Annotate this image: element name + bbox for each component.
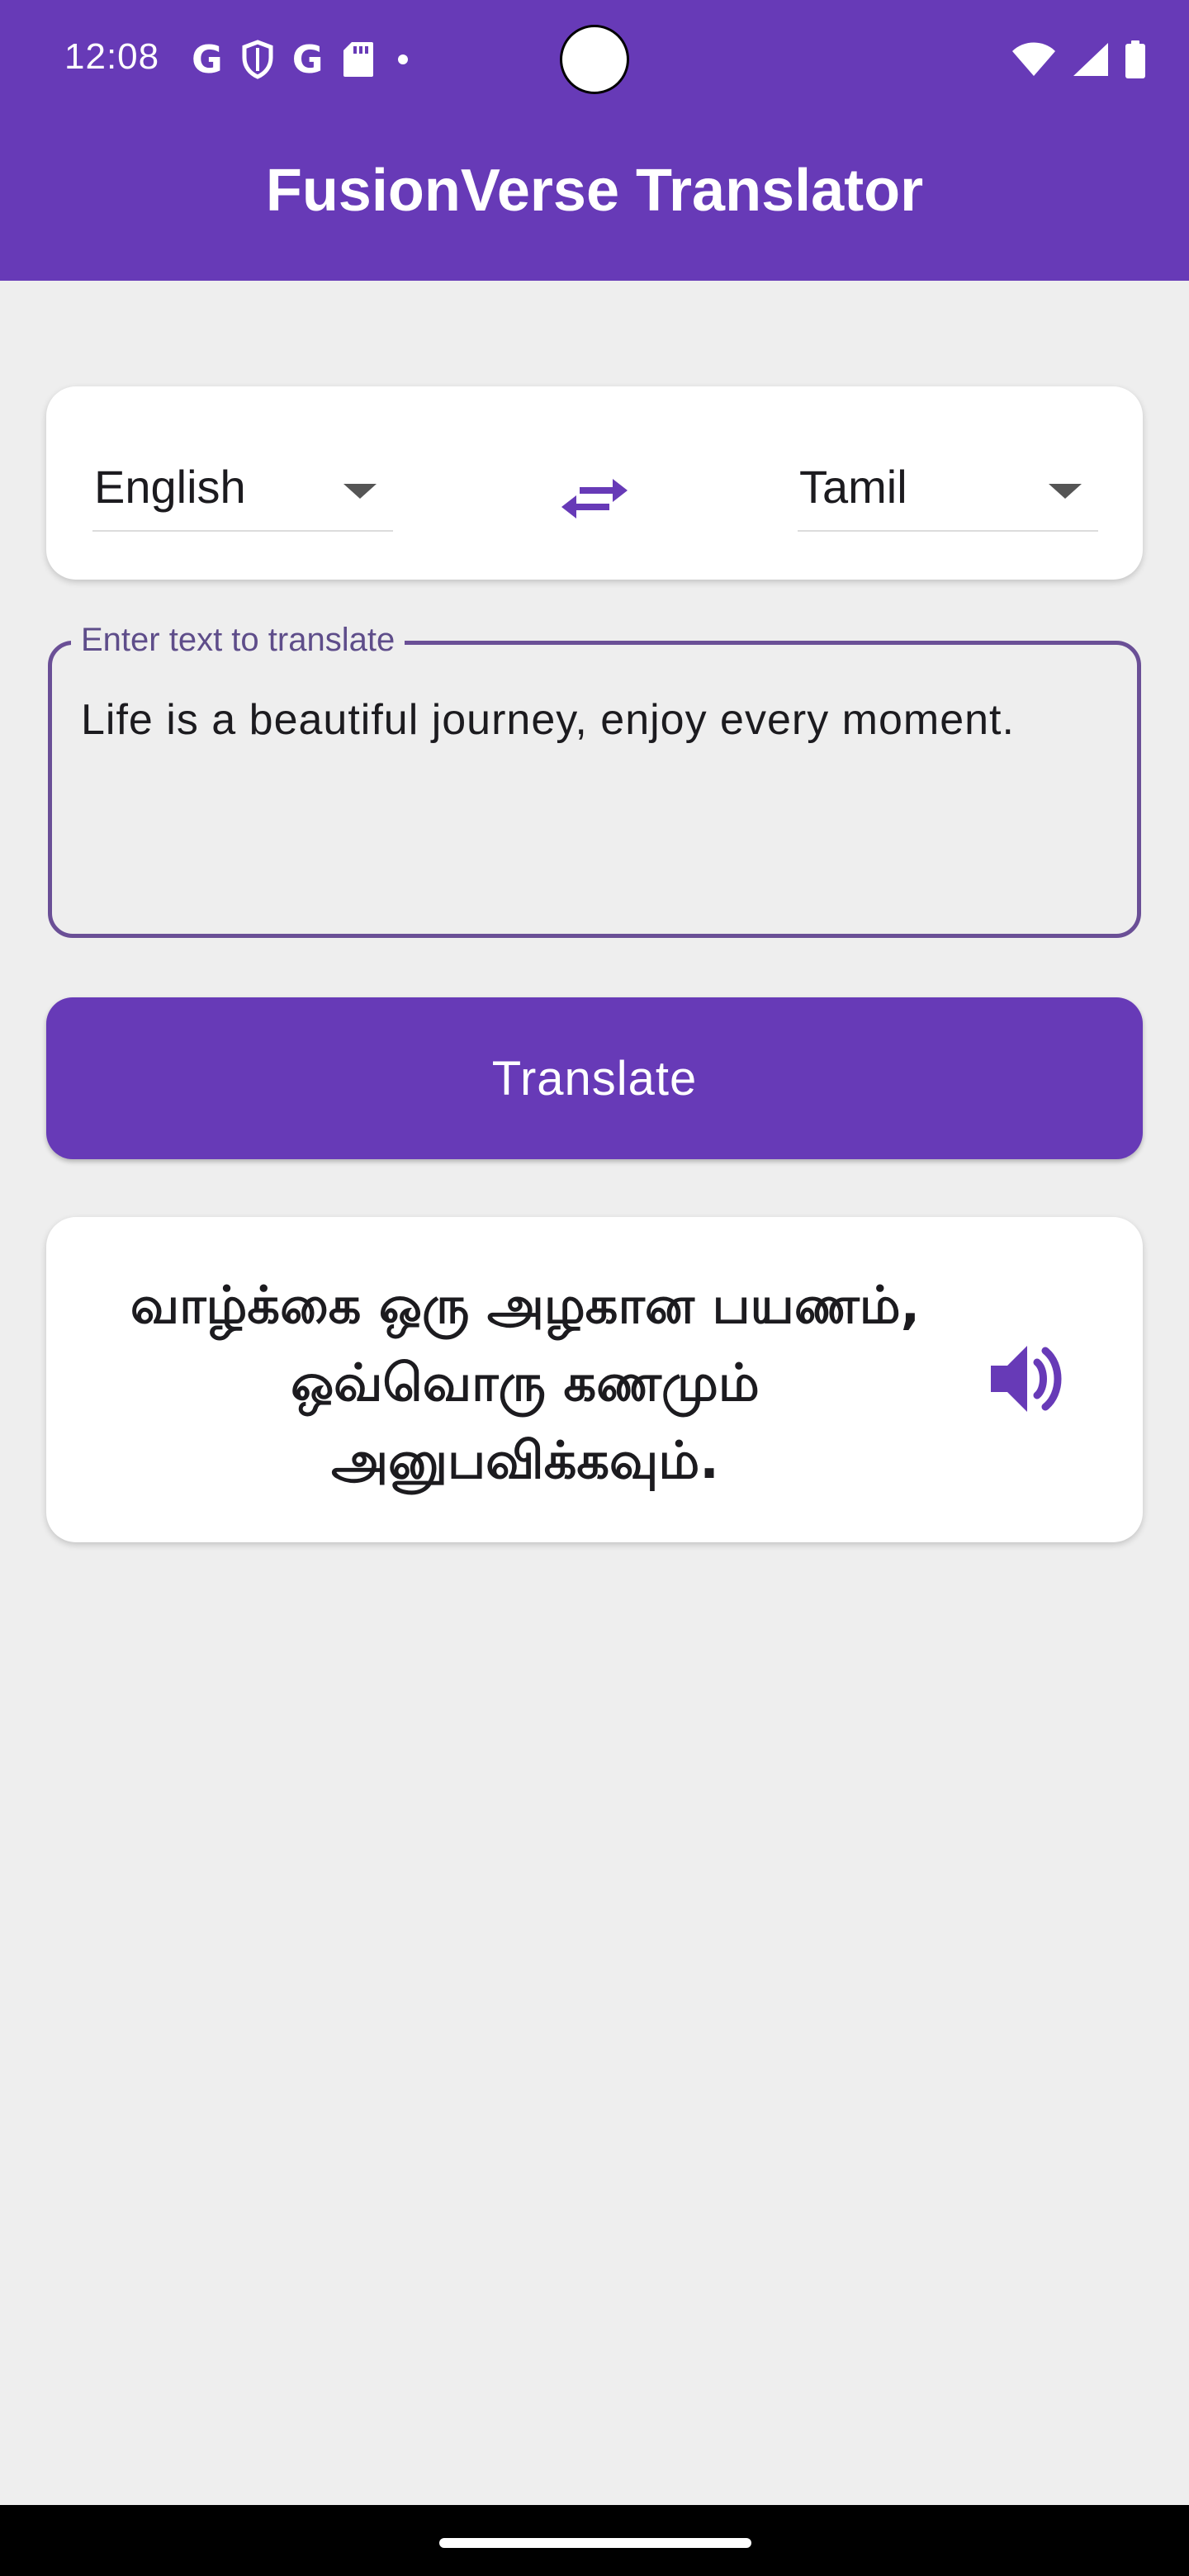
from-language-label: English	[94, 461, 246, 513]
translate-button-label: Translate	[491, 1051, 698, 1106]
shield-icon	[242, 40, 273, 79]
to-language-dropdown[interactable]: Tamil	[798, 456, 1098, 532]
google-g-icon: G	[291, 37, 324, 82]
translate-button[interactable]: Translate	[46, 997, 1143, 1159]
signal-icon	[1073, 43, 1108, 76]
chevron-down-icon	[343, 484, 377, 499]
front-camera	[560, 25, 629, 94]
home-indicator[interactable]	[439, 2538, 751, 2548]
wifi-icon	[1012, 42, 1055, 76]
translation-result-text: வாழ்க்கை ஒரு அழகான பயணம், ஒவ்வொரு கணமும்…	[130, 1275, 921, 1490]
input-value[interactable]: Life is a beautiful journey, enjoy every…	[81, 685, 1055, 755]
input-label: Enter text to translate	[71, 619, 405, 661]
status-time: 12:08	[64, 36, 160, 77]
status-icons-left: G G	[192, 36, 408, 83]
dot-icon	[397, 54, 408, 64]
sd-card-icon	[343, 42, 373, 77]
chevron-down-icon	[1049, 484, 1082, 499]
to-language-label: Tamil	[799, 461, 907, 513]
battery-icon	[1125, 40, 1145, 78]
app-title: FusionVerse Translator	[265, 158, 924, 224]
google-g-icon: G	[192, 37, 223, 82]
volume-up-icon[interactable]	[979, 1333, 1072, 1425]
swap-languages-icon[interactable]	[547, 447, 642, 543]
status-icons-right	[1011, 36, 1146, 83]
language-selector-card: English Tamil	[46, 386, 1143, 580]
from-language-dropdown[interactable]: English	[92, 456, 393, 532]
translation-result-card: வாழ்க்கை ஒரு அழகான பயணம், ஒவ்வொரு கணமும்…	[46, 1217, 1143, 1542]
